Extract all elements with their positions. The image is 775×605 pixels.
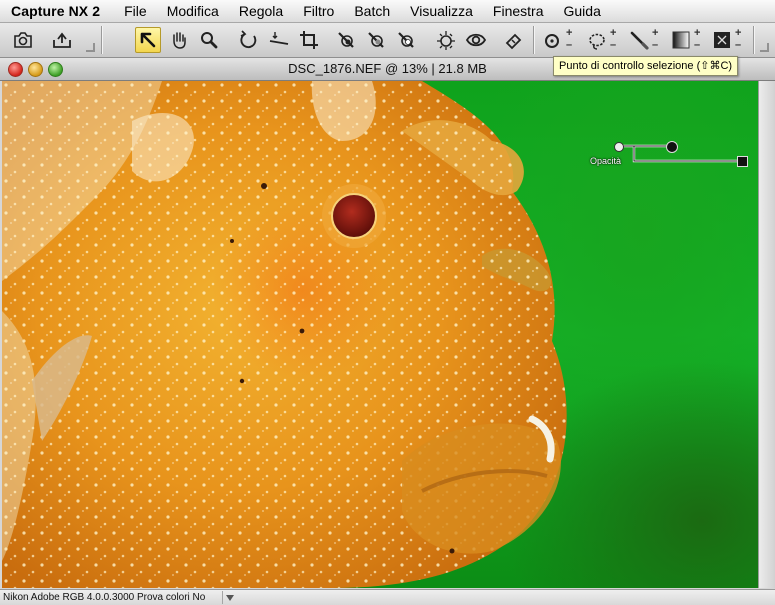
opacity-label: Opacità <box>590 156 622 166</box>
hand-icon <box>173 32 186 49</box>
menu-file[interactable]: File <box>114 0 157 22</box>
selection-control-point-button[interactable] <box>540 27 566 53</box>
control-point-center-handle[interactable] <box>614 142 624 152</box>
fill-button[interactable] <box>709 27 735 53</box>
toolbar-separator <box>533 26 534 54</box>
fill-icon <box>714 32 730 48</box>
menu-batch[interactable]: Batch <box>344 0 400 22</box>
straighten-button[interactable] <box>266 27 292 53</box>
menu-modifica[interactable]: Modifica <box>157 0 229 22</box>
tooltip: Punto di controllo selezione (⇧⌘C) <box>553 56 739 76</box>
gradient-icon <box>672 31 690 49</box>
lasso-button[interactable] <box>584 27 610 53</box>
straighten-icon <box>269 32 289 45</box>
add-icon: + <box>652 27 659 39</box>
brush-icon <box>630 31 649 50</box>
add-icon: + <box>694 27 701 39</box>
image-canvas[interactable]: Opacità <box>2 81 758 588</box>
camera-icon <box>14 32 32 48</box>
white-point-dropper-button[interactable] <box>393 27 419 53</box>
selection-control-point-icon <box>545 34 559 48</box>
remove-icon: – <box>566 39 573 51</box>
rotate-button[interactable] <box>236 27 262 53</box>
direct-selection-button[interactable] <box>135 27 161 53</box>
add-icon: + <box>735 27 742 39</box>
lasso-icon <box>589 33 605 50</box>
vertical-scrollbar[interactable] <box>758 81 775 588</box>
white-dropper-icon <box>398 32 414 48</box>
neutral-dropper-icon <box>368 32 384 48</box>
eye-icon <box>465 33 487 47</box>
menu-bar: Capture NX 2 File Modifica Regola Filtro… <box>0 0 775 23</box>
menu-guida[interactable]: Guida <box>554 0 611 22</box>
menu-regola[interactable]: Regola <box>229 0 293 22</box>
remove-icon: – <box>610 39 617 51</box>
menu-visualizza[interactable]: Visualizza <box>400 0 483 22</box>
menu-finestra[interactable]: Finestra <box>483 0 554 22</box>
control-point-overlay <box>618 144 742 163</box>
toolbar-separator <box>753 26 754 54</box>
crop-button[interactable] <box>296 27 322 53</box>
control-point-opacity-handle[interactable] <box>737 156 748 167</box>
zoom-icon <box>201 32 218 49</box>
control-point-size-handle[interactable] <box>666 141 678 153</box>
status-dropdown-button[interactable] <box>222 591 237 604</box>
zoom-button[interactable] <box>196 27 222 53</box>
crop-icon <box>300 31 318 49</box>
toolbar-group-corner <box>760 43 769 52</box>
toolbar-separator <box>101 26 102 54</box>
hand-button[interactable] <box>166 27 192 53</box>
menu-filtro[interactable]: Filtro <box>293 0 344 22</box>
rotate-icon <box>240 30 257 49</box>
status-bar: Nikon Adobe RGB 4.0.0.3000 Prova colori … <box>0 589 775 605</box>
camera-button[interactable] <box>10 27 36 53</box>
add-icon: + <box>566 27 573 39</box>
brush-button[interactable] <box>626 27 652 53</box>
remove-icon: – <box>694 39 701 51</box>
app-menu[interactable]: Capture NX 2 <box>0 3 114 19</box>
neutral-point-dropper-button[interactable] <box>363 27 389 53</box>
gradient-button[interactable] <box>668 27 694 53</box>
auto-retouch-icon <box>505 33 522 50</box>
black-point-dropper-button[interactable] <box>333 27 359 53</box>
direct-selection-icon <box>140 32 156 48</box>
export-icon <box>53 32 71 48</box>
color-profile-status: Nikon Adobe RGB 4.0.0.3000 Prova colori … <box>3 592 206 603</box>
export-button[interactable] <box>49 27 75 53</box>
remove-icon: – <box>735 39 742 51</box>
toolbar: + – + – + – + – + – <box>0 23 775 58</box>
remove-icon: – <box>652 39 659 51</box>
eye-button[interactable] <box>463 27 489 53</box>
red-eye-button[interactable] <box>433 27 459 53</box>
toolbar-group-corner <box>86 43 95 52</box>
auto-retouch-button[interactable] <box>501 27 527 53</box>
black-dropper-icon <box>338 32 354 48</box>
red-eye-icon <box>437 31 455 50</box>
add-icon: + <box>610 27 617 39</box>
